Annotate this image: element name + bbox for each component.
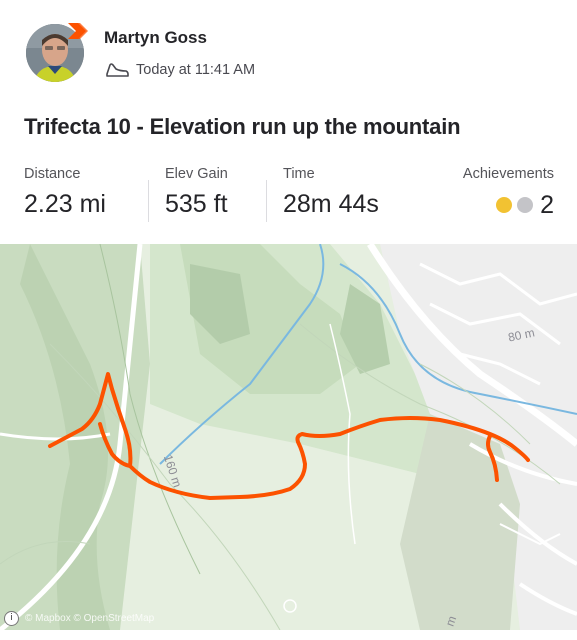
stat-value: 28m 44s	[283, 190, 379, 218]
attribution-text: © Mapbox © OpenStreetMap	[25, 613, 155, 624]
stat-label: Time	[283, 166, 315, 182]
info-icon[interactable]: i	[4, 611, 19, 626]
silver-medal-icon	[517, 197, 534, 213]
stat-achievements[interactable]: Achievements 2	[463, 166, 554, 220]
stat-time: Time 28m 44s	[283, 166, 379, 219]
stat-elev-gain: Elev Gain 535 ft	[165, 166, 228, 219]
stat-label: Elev Gain	[165, 166, 228, 182]
activity-title[interactable]: Trifecta 10 - Elevation run up the mount…	[24, 114, 461, 140]
activity-header: Martyn Goss Today at 11:41 AM	[0, 0, 577, 100]
stat-label: Distance	[24, 166, 81, 182]
activity-meta: Today at 11:41 AM	[104, 60, 255, 80]
map-attribution[interactable]: i © Mapbox © OpenStreetMap	[4, 611, 154, 626]
achievements-row: 2	[463, 190, 554, 220]
stat-value: 2.23 mi	[24, 190, 106, 218]
stat-divider	[148, 180, 149, 222]
stat-label: Achievements	[462, 166, 554, 182]
athlete-name[interactable]: Martyn Goss	[104, 28, 207, 48]
activity-stats: Distance 2.23 mi Elev Gain 535 ft Time 2…	[24, 166, 554, 228]
gold-medal-icon	[496, 197, 513, 213]
stat-value: 535 ft	[165, 190, 228, 218]
stat-distance: Distance 2.23 mi	[24, 166, 106, 219]
athlete-avatar-container[interactable]	[26, 21, 88, 83]
achievements-count: 2	[540, 190, 554, 219]
subscriber-badge-icon	[66, 21, 90, 41]
route-map[interactable]: 80 m 160 m m i © Mapbox © OpenStreetMap	[0, 244, 577, 630]
stat-divider	[266, 180, 267, 222]
map-canvas	[0, 244, 577, 630]
running-shoe-icon	[104, 61, 130, 79]
activity-timestamp: Today at 11:41 AM	[136, 62, 256, 78]
